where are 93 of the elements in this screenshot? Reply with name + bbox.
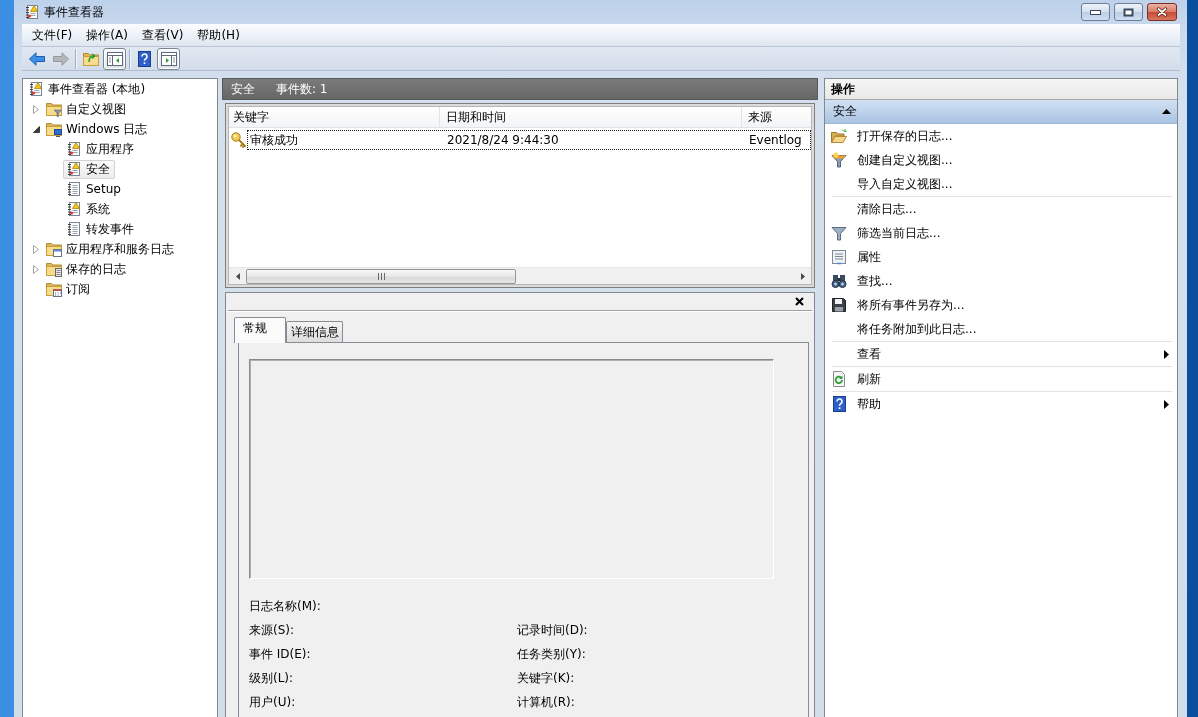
folder-window-icon	[46, 241, 62, 257]
pane-right-icon	[160, 51, 177, 66]
binoculars-icon	[831, 273, 847, 289]
tree-item[interactable]: 转发事件	[63, 219, 139, 239]
menu-item[interactable]: 操作(A)	[81, 24, 133, 46]
action-item[interactable]: 筛选当前日志...	[825, 221, 1177, 245]
folder-funnel-icon	[46, 101, 62, 117]
description-field[interactable]	[249, 359, 774, 579]
log-name: 安全	[231, 80, 255, 98]
action-item[interactable]: 刷新	[825, 367, 1177, 391]
tab[interactable]: 常规	[234, 317, 286, 343]
action-item[interactable]: 查看	[825, 342, 1177, 366]
submenu-arrow-icon	[1164, 399, 1169, 409]
funnel-icon	[831, 225, 847, 241]
action-item[interactable]: 查找...	[825, 269, 1177, 293]
key-icon	[231, 132, 247, 148]
pane-left-icon	[106, 51, 123, 66]
log-icon	[66, 181, 82, 197]
folder-monitor-icon	[46, 121, 62, 137]
folder-calendar-icon	[46, 281, 62, 297]
tree-item[interactable]: Setup	[63, 179, 126, 199]
folder-document-icon	[46, 261, 62, 277]
scroll-left-icon[interactable]	[235, 272, 240, 280]
left-arrow-icon	[28, 51, 45, 66]
help-icon	[138, 50, 151, 67]
field-label: 任务类别(Y):	[517, 645, 586, 663]
field-label: 关键字(K):	[517, 669, 575, 687]
action-item[interactable]: 将任务附加到此日志...	[825, 317, 1177, 341]
event-count: 事件数: 1	[276, 80, 328, 98]
submenu-arrow-icon	[1164, 349, 1169, 359]
field-label: 日志名称(M):	[249, 597, 321, 615]
close-button[interactable]	[1147, 3, 1177, 21]
action-item[interactable]: 帮助	[825, 392, 1177, 416]
window-title: 事件查看器	[44, 3, 104, 21]
log-warning-icon	[66, 141, 82, 157]
menu-item[interactable]: 查看(V)	[136, 24, 189, 46]
folder-open-icon	[831, 128, 847, 144]
tab[interactable]: 详细信息	[286, 321, 343, 342]
column-header[interactable]: 关键字	[229, 107, 440, 127]
action-item[interactable]: 创建自定义视图...	[825, 148, 1177, 172]
help-icon	[832, 396, 846, 412]
funnel-star-icon	[831, 152, 847, 168]
action-item[interactable]: 打开保存的日志...	[825, 124, 1177, 148]
minimize-icon	[1090, 9, 1101, 15]
action-item[interactable]: 导入自定义视图...	[825, 172, 1177, 196]
menu-item[interactable]: 文件(F)	[27, 24, 78, 46]
properties-icon	[831, 249, 847, 265]
log-warning-icon	[28, 81, 44, 97]
tree-item[interactable]: 订阅	[43, 279, 95, 299]
column-header[interactable]: 来源	[742, 107, 811, 127]
tree-item[interactable]: 应用程序和服务日志	[43, 239, 179, 259]
panel-title: 操作	[825, 79, 1177, 100]
section-header[interactable]: 安全	[825, 100, 1177, 124]
event-row[interactable]: 审核成功 2021/8/24 9:44:30 Eventlog	[247, 130, 811, 150]
table-cell-text: 2021/8/24 9:44:30	[446, 133, 560, 147]
close-icon	[1156, 7, 1168, 17]
field-label: 事件 ID(E):	[249, 645, 311, 663]
action-item[interactable]: 属性	[825, 245, 1177, 269]
field-label: 记录时间(D):	[517, 621, 588, 639]
tree-item[interactable]: 自定义视图	[43, 99, 131, 119]
log-warning-icon	[66, 161, 82, 177]
scroll-right-icon[interactable]	[800, 272, 805, 280]
field-label: 用户(U):	[249, 693, 296, 711]
tree-item[interactable]: 保存的日志	[43, 259, 131, 279]
maximize-button[interactable]	[1114, 3, 1143, 21]
minimize-button[interactable]	[1081, 3, 1110, 21]
grip-icon	[377, 272, 385, 280]
tree-item[interactable]: Windows 日志	[43, 119, 153, 139]
collapse-arrow-icon[interactable]	[32, 125, 40, 133]
log-warning-icon	[66, 201, 82, 217]
field-label: 来源(S):	[249, 621, 295, 639]
action-item[interactable]: 将所有事件另存为...	[825, 293, 1177, 317]
table-cell-text: 审核成功	[249, 131, 299, 149]
log-icon	[66, 221, 82, 237]
log-warning-icon	[24, 4, 40, 20]
tree-item[interactable]: 系统	[63, 199, 115, 219]
maximize-icon	[1123, 7, 1134, 17]
action-pane-toggle[interactable]	[157, 47, 180, 70]
tree-item[interactable]: 应用程序	[63, 139, 139, 159]
field-label: 计算机(R):	[517, 693, 575, 711]
column-header[interactable]: 日期和时间	[440, 107, 742, 127]
table-cell-text: Eventlog	[748, 133, 803, 147]
tree-item[interactable]: 事件查看器 (本地)	[25, 79, 151, 99]
close-icon[interactable]	[795, 297, 804, 306]
tree-item[interactable]: 安全	[63, 159, 115, 179]
field-label: 级别(L):	[249, 669, 294, 687]
right-arrow-icon	[52, 51, 69, 66]
scrollbar-thumb[interactable]	[246, 268, 516, 284]
action-item[interactable]: 清除日志...	[825, 197, 1177, 221]
tree-pane-toggle[interactable]	[103, 47, 126, 70]
folder-arrow-icon	[82, 50, 99, 67]
refresh-icon	[831, 371, 847, 387]
menu-item[interactable]: 帮助(H)	[192, 24, 245, 46]
